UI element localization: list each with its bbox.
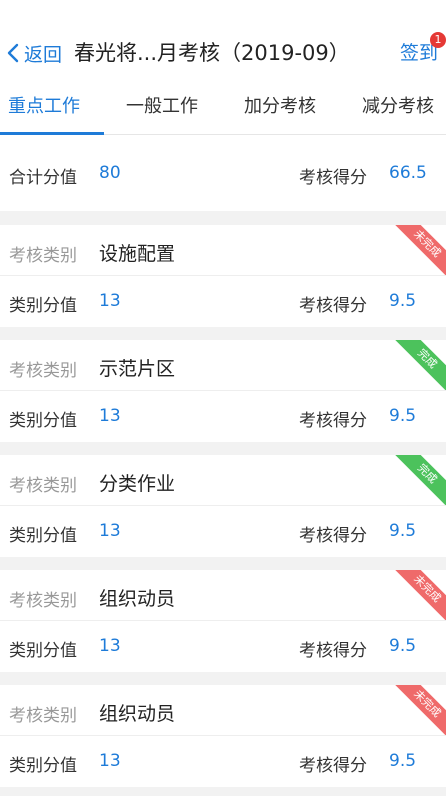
category-points-label: 类别分值 [9, 526, 77, 546]
chevron-left-icon [7, 43, 19, 63]
card-divider [0, 275, 446, 276]
tab-bonus-assessment[interactable]: 加分考核 [244, 80, 316, 134]
notification-badge: 1 [430, 32, 446, 48]
category-name: 示范片区 [99, 358, 176, 380]
category-name: 分类作业 [99, 473, 176, 495]
assessment-card[interactable]: 完成 考核类别 分类作业 类别分值 13 考核得分 9.5 [0, 455, 446, 557]
category-points-value: 13 [99, 636, 121, 656]
category-label: 考核类别 [9, 246, 77, 266]
category-label: 考核类别 [9, 361, 77, 381]
status-ribbon: 完成 [388, 455, 446, 513]
category-name: 组织动员 [99, 703, 176, 725]
page-title: 春光将...月考核（2019-09） [74, 41, 350, 65]
back-label: 返回 [24, 43, 63, 66]
category-label: 考核类别 [9, 591, 77, 611]
assessment-card[interactable]: 未完成 考核类别 组织动员 类别分值 13 考核得分 9.5 [0, 570, 446, 672]
category-points-label: 类别分值 [9, 296, 77, 316]
tab-key-work[interactable]: 重点工作 [8, 80, 80, 134]
category-label: 考核类别 [9, 476, 77, 496]
category-score-label: 考核得分 [299, 411, 367, 431]
category-score-label: 考核得分 [299, 641, 367, 661]
category-score-value: 9.5 [389, 751, 417, 771]
navigation-bar: 返回 春光将...月考核（2019-09） 签到 1 [0, 0, 446, 80]
status-ribbon: 未完成 [388, 570, 446, 628]
category-score-label: 考核得分 [299, 296, 367, 316]
category-label: 考核类别 [9, 706, 77, 726]
summary-panel: 合计分值 80 考核得分 66.5 [0, 135, 446, 211]
assessment-card[interactable]: 未完成 考核类别 组织动员 类别分值 13 考核得分 9.5 [0, 685, 446, 787]
tab-deduction-assessment[interactable]: 减分考核 [362, 80, 434, 134]
total-points-value: 80 [99, 163, 121, 183]
assessment-card[interactable]: 完成 考核类别 示范片区 类别分值 13 考核得分 9.5 [0, 340, 446, 442]
category-points-label: 类别分值 [9, 756, 77, 776]
category-points-value: 13 [99, 291, 121, 311]
assessment-card[interactable]: 未完成 考核类别 设施配置 类别分值 13 考核得分 9.5 [0, 225, 446, 327]
category-score-value: 9.5 [389, 406, 417, 426]
status-ribbon: 未完成 [388, 225, 446, 283]
category-points-label: 类别分值 [9, 641, 77, 661]
total-score-label: 考核得分 [299, 168, 367, 188]
card-divider [0, 505, 446, 506]
category-points-label: 类别分值 [9, 411, 77, 431]
status-ribbon: 完成 [388, 340, 446, 398]
category-score-value: 9.5 [389, 521, 417, 541]
category-name: 组织动员 [99, 588, 176, 610]
tab-bar: 重点工作 一般工作 加分考核 减分考核 [0, 80, 446, 135]
total-points-label: 合计分值 [9, 168, 77, 188]
category-score-label: 考核得分 [299, 756, 367, 776]
total-score-value: 66.5 [389, 163, 427, 183]
category-points-value: 13 [99, 406, 121, 426]
tab-general-work[interactable]: 一般工作 [126, 80, 198, 134]
category-score-value: 9.5 [389, 291, 417, 311]
card-divider [0, 620, 446, 621]
status-ribbon: 未完成 [388, 685, 446, 743]
back-button[interactable]: 返回 [4, 36, 62, 70]
category-score-value: 9.5 [389, 636, 417, 656]
card-divider [0, 735, 446, 736]
category-name: 设施配置 [99, 243, 176, 265]
category-points-value: 13 [99, 751, 121, 771]
card-divider [0, 390, 446, 391]
category-points-value: 13 [99, 521, 121, 541]
category-score-label: 考核得分 [299, 526, 367, 546]
